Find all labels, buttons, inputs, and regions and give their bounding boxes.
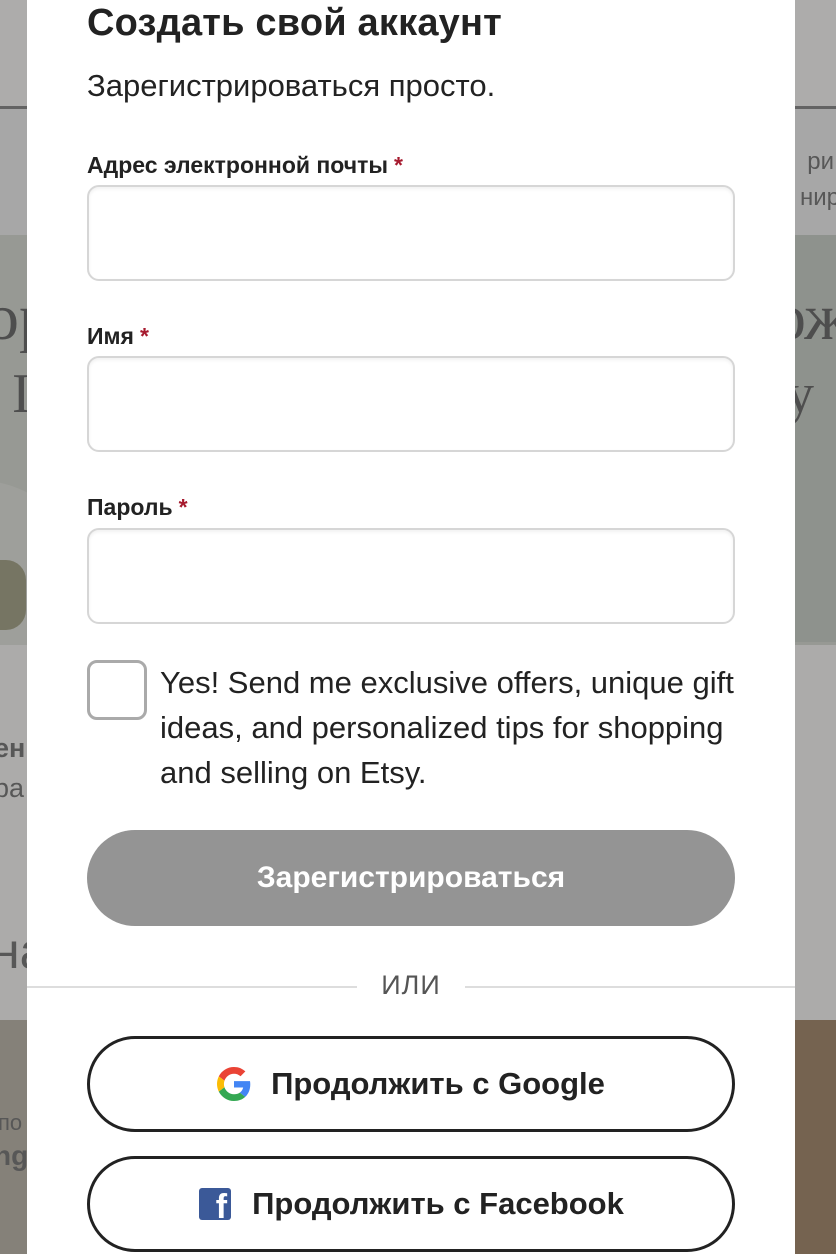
password-field[interactable]: [87, 528, 735, 624]
email-field[interactable]: [87, 185, 735, 281]
divider-or: ИЛИ: [381, 970, 441, 1000]
facebook-button-label: Продолжить с Facebook: [252, 1186, 624, 1221]
continue-with-facebook-button[interactable]: f Продолжить с Facebook: [87, 1156, 735, 1252]
required-marker: *: [394, 152, 403, 178]
name-label-text: Имя: [87, 323, 134, 349]
name-label: Имя *: [87, 323, 149, 350]
google-icon: [217, 1067, 251, 1101]
password-label-text: Пароль: [87, 494, 173, 520]
facebook-icon: f: [198, 1187, 232, 1221]
required-marker: *: [139, 323, 149, 349]
google-button-label: Продолжить с Google: [271, 1066, 605, 1101]
modal-title: Создать свой аккаунт: [87, 2, 502, 44]
divider-line-right: [465, 986, 795, 988]
continue-with-google-button[interactable]: Продолжить с Google: [87, 1036, 735, 1132]
name-field[interactable]: [87, 356, 735, 452]
screen: ри нир ор ож I y ен ра на по ng Создать …: [0, 0, 836, 1254]
divider-line-left: [27, 986, 357, 988]
password-label: Пароль *: [87, 494, 188, 521]
email-label-text: Адрес электронной почты: [87, 152, 389, 178]
newsletter-label[interactable]: Yes! Send me exclusive offers, unique gi…: [160, 660, 760, 795]
email-label: Адрес электронной почты *: [87, 152, 403, 179]
register-button[interactable]: Зарегистрироваться: [87, 830, 735, 926]
modal-subtitle: Зарегистрироваться просто.: [87, 68, 496, 103]
signup-modal: Создать свой аккаунт Зарегистрироваться …: [27, 0, 795, 1254]
required-marker: *: [178, 494, 188, 520]
newsletter-checkbox[interactable]: [87, 660, 147, 720]
